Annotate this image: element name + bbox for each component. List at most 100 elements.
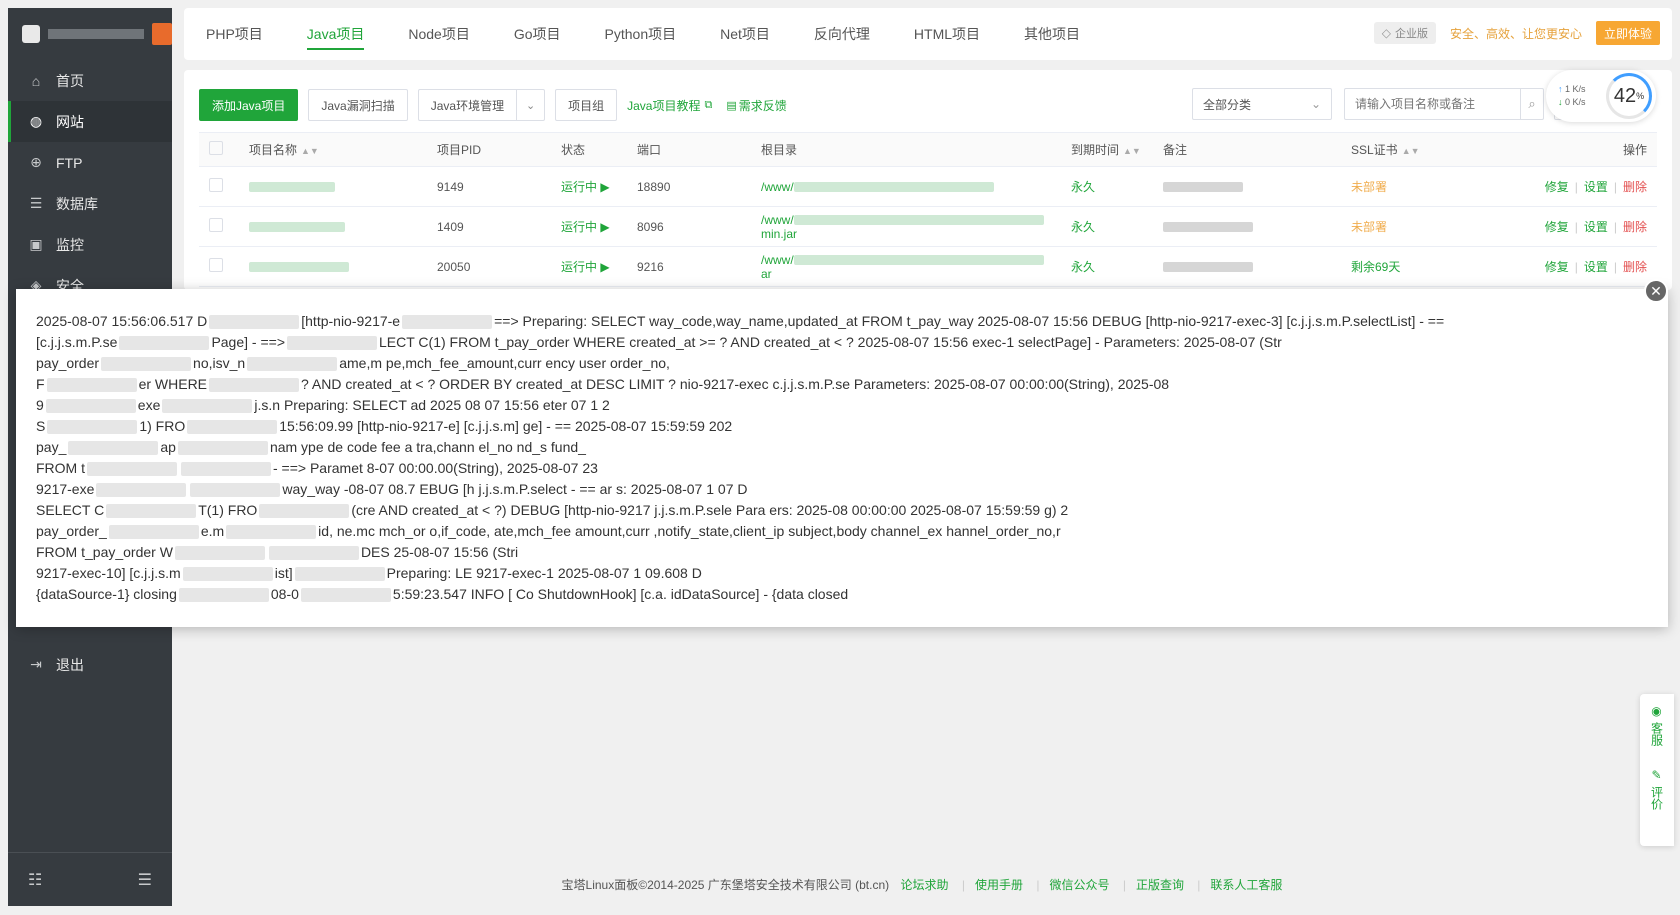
customer-service-button[interactable]: ◉客服 bbox=[1649, 704, 1666, 746]
status-badge[interactable]: 运行中 ▶ bbox=[551, 178, 627, 195]
header-name[interactable]: 项目名称 ▲▼ bbox=[239, 141, 427, 158]
repair-link[interactable]: 修复 bbox=[1545, 180, 1569, 194]
header-ssl[interactable]: SSL证书 ▲▼ bbox=[1341, 141, 1451, 158]
sidebar-item-home[interactable]: ⌂ 首页 bbox=[8, 60, 172, 101]
settings-link[interactable]: 设置 bbox=[1584, 260, 1608, 274]
project-name[interactable] bbox=[239, 260, 427, 274]
tab-reverse-proxy[interactable]: 反向代理 bbox=[792, 8, 892, 60]
row-checkbox[interactable] bbox=[209, 178, 223, 192]
log-line: FROM t_pay_order W DES 25-08-07 15:56 (St… bbox=[36, 544, 519, 561]
ssl-status[interactable]: 未部署 bbox=[1341, 178, 1451, 195]
project-remark[interactable] bbox=[1153, 180, 1341, 194]
collapse-icon[interactable]: ☷ bbox=[28, 870, 42, 890]
sidebar-item-label: 首页 bbox=[56, 72, 84, 89]
settings-link[interactable]: 设置 bbox=[1584, 220, 1608, 234]
rate-button[interactable]: ✎评价 bbox=[1649, 768, 1666, 810]
tab-net[interactable]: Net项目 bbox=[698, 8, 792, 60]
tab-node[interactable]: Node项目 bbox=[386, 8, 491, 60]
settings-link[interactable]: 设置 bbox=[1584, 180, 1608, 194]
java-env-manage-button[interactable]: Java环境管理 ⌄ bbox=[417, 89, 546, 121]
project-name[interactable] bbox=[239, 220, 427, 234]
network-speed-widget[interactable]: ↑ 1 K/s ↓ 0 K/s 42% bbox=[1546, 70, 1656, 122]
project-root[interactable]: /www/ bbox=[751, 180, 1061, 194]
enterprise-promo: ◇ 企业版 安全、高效、让您更安心 立即体验 bbox=[1373, 21, 1660, 45]
search-icon[interactable]: ⌕ bbox=[1520, 89, 1543, 119]
tab-python[interactable]: Python项目 bbox=[583, 8, 699, 60]
delete-link[interactable]: 删除 bbox=[1623, 260, 1647, 274]
sidebar-item-database[interactable]: ☰ 数据库 bbox=[8, 183, 172, 224]
try-now-button[interactable]: 立即体验 bbox=[1595, 21, 1660, 45]
footer-link-license[interactable]: 正版查询 bbox=[1136, 878, 1184, 892]
sidebar-item-logout[interactable]: ⇥ 退出 bbox=[8, 644, 172, 685]
tab-other[interactable]: 其他项目 bbox=[1002, 8, 1102, 60]
add-java-project-button[interactable]: 添加Java项目 bbox=[199, 89, 299, 121]
log-line: pay_order no,isv_n ame,m pe,mch_fee_amount… bbox=[36, 355, 670, 372]
project-log-modal: 2025-08-07 15:56:06.517 D [http-nio-9217-… bbox=[16, 289, 1668, 627]
status-badge[interactable]: 运行中 ▶ bbox=[551, 258, 627, 275]
repair-link[interactable]: 修复 bbox=[1545, 220, 1569, 234]
feedback-link[interactable]: ▤ 需求反馈 bbox=[726, 97, 786, 114]
project-name[interactable] bbox=[239, 180, 427, 194]
sidebar-item-ftp[interactable]: ⊕ FTP bbox=[8, 142, 172, 183]
repair-link[interactable]: 修复 bbox=[1545, 260, 1569, 274]
sidebar-item-monitor[interactable]: ▣ 监控 bbox=[8, 224, 172, 265]
sort-icon: ▲▼ bbox=[301, 146, 319, 156]
ssl-status[interactable]: 剩余69天 bbox=[1341, 258, 1451, 275]
category-select[interactable]: 全部分类 ⌄ bbox=[1192, 88, 1332, 120]
tab-go[interactable]: Go项目 bbox=[492, 8, 583, 60]
enterprise-badge: ◇ 企业版 bbox=[1373, 22, 1436, 44]
project-expiry[interactable]: 永久 bbox=[1061, 258, 1153, 275]
sidebar-item-website[interactable]: ◍ 网站 bbox=[8, 101, 172, 142]
row-checkbox[interactable] bbox=[209, 218, 223, 232]
chevron-down-icon[interactable]: ⌄ bbox=[516, 90, 544, 120]
java-project-panel: 添加Java项目 Java漏洞扫描 Java环境管理 ⌄ 项目组 Java项目教… bbox=[184, 70, 1672, 290]
table-header: 项目名称 ▲▼ 项目PID 状态 端口 根目录 到期时间 ▲▼ 备注 SSL证书 ▲▼… bbox=[199, 133, 1657, 167]
row-ops: 修复 | 设置 | 删除 bbox=[1544, 260, 1647, 274]
book-icon[interactable] bbox=[152, 23, 172, 45]
project-root[interactable]: /www/ar bbox=[751, 253, 1061, 281]
globe-icon: ◍ bbox=[29, 113, 43, 129]
enterprise-slogan: 安全、高效、让您更安心 bbox=[1449, 26, 1582, 41]
header-expiry[interactable]: 到期时间 ▲▼ bbox=[1061, 141, 1153, 158]
project-remark[interactable] bbox=[1153, 220, 1341, 234]
project-expiry[interactable]: 永久 bbox=[1061, 218, 1153, 235]
close-modal-button[interactable]: ✕ bbox=[1644, 279, 1668, 303]
tab-php[interactable]: PHP项目 bbox=[184, 8, 285, 60]
project-root[interactable]: /www/min.jar bbox=[751, 213, 1061, 241]
footer-link-forum[interactable]: 论坛求助 bbox=[900, 878, 948, 892]
log-line: {dataSource-1} closing 08-0 5:59:23.547 IN… bbox=[36, 586, 849, 603]
java-vuln-scan-button[interactable]: Java漏洞扫描 bbox=[308, 89, 408, 121]
footer-link-manual[interactable]: 使用手册 bbox=[975, 878, 1023, 892]
sidebar-item-label: 监控 bbox=[56, 236, 84, 253]
footer-link-support[interactable]: 联系人工客服 bbox=[1210, 878, 1282, 892]
project-port: 18890 bbox=[637, 179, 671, 194]
tab-java[interactable]: Java项目 bbox=[285, 8, 387, 60]
log-line: pay_ ap nam ype de code fee a tra,chann el… bbox=[36, 439, 586, 456]
tab-html[interactable]: HTML项目 bbox=[892, 8, 1002, 60]
ssl-status[interactable]: 未部署 bbox=[1341, 218, 1451, 235]
delete-link[interactable]: 删除 bbox=[1623, 220, 1647, 234]
project-expiry[interactable]: 永久 bbox=[1061, 178, 1153, 195]
java-tutorial-link[interactable]: Java项目教程 ⧉ bbox=[627, 97, 712, 114]
search-input[interactable] bbox=[1345, 89, 1520, 119]
logo-text-redacted bbox=[48, 29, 144, 39]
menu-list-icon[interactable]: ☰ bbox=[138, 870, 152, 890]
table-row: 1409 运行中 ▶ 8096 /www/min.jar 永久 未部署 修复 | 设… bbox=[199, 207, 1657, 247]
arrow-down-icon: ↓ bbox=[1558, 97, 1563, 107]
select-all-checkbox[interactable] bbox=[209, 141, 223, 155]
delete-link[interactable]: 删除 bbox=[1623, 180, 1647, 194]
row-ops: 修复 | 设置 | 删除 bbox=[1544, 180, 1647, 194]
log-content[interactable]: 2025-08-07 15:56:06.517 D [http-nio-9217-… bbox=[16, 289, 1668, 605]
project-remark[interactable] bbox=[1153, 260, 1341, 274]
status-badge[interactable]: 运行中 ▶ bbox=[551, 218, 627, 235]
row-ops: 修复 | 设置 | 删除 bbox=[1544, 220, 1647, 234]
play-icon: ▶ bbox=[600, 220, 610, 234]
row-checkbox[interactable] bbox=[209, 258, 223, 272]
footer-link-wechat[interactable]: 微信公众号 bbox=[1049, 878, 1109, 892]
search-box: ⌕ bbox=[1344, 88, 1544, 120]
project-group-button[interactable]: 项目组 bbox=[555, 89, 618, 121]
sidebar-item-label: 网站 bbox=[56, 113, 84, 130]
play-icon: ▶ bbox=[600, 180, 610, 194]
logo-icon bbox=[22, 25, 40, 43]
log-line: 9217-exe way_way -08-07 08.7 EBUG [h j.j.… bbox=[36, 481, 748, 498]
